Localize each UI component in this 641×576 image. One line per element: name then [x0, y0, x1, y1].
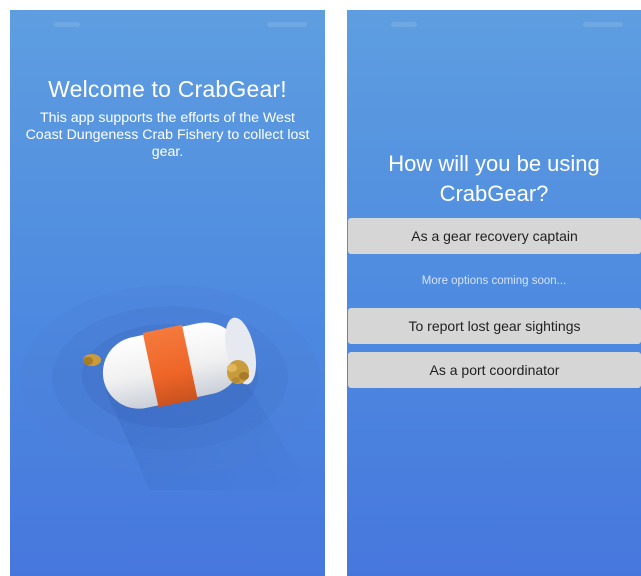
status-bar — [10, 10, 325, 32]
crab-buoy-icon — [20, 285, 320, 490]
gear-recovery-captain-button[interactable]: As a gear recovery captain — [348, 218, 641, 254]
status-indicators — [583, 22, 623, 27]
welcome-screen: Welcome to CrabGear! This app supports t… — [10, 10, 325, 576]
welcome-title: Welcome to CrabGear! — [48, 76, 287, 102]
rope-right — [227, 360, 249, 384]
status-bar — [347, 10, 641, 32]
rope-left — [83, 354, 101, 366]
coming-soon-note: More options coming soon... — [421, 275, 567, 287]
status-time — [54, 22, 80, 27]
report-sightings-button[interactable]: To report lost gear sightings — [348, 308, 641, 344]
role-selection-screen: How will you be using CrabGear? As a gea… — [347, 10, 641, 576]
welcome-description: This app supports the efforts of the Wes… — [25, 110, 310, 160]
status-time — [391, 22, 417, 27]
status-indicators — [267, 22, 307, 27]
usage-question: How will you be using CrabGear? — [388, 151, 600, 206]
port-coordinator-button[interactable]: As a port coordinator — [348, 352, 641, 388]
